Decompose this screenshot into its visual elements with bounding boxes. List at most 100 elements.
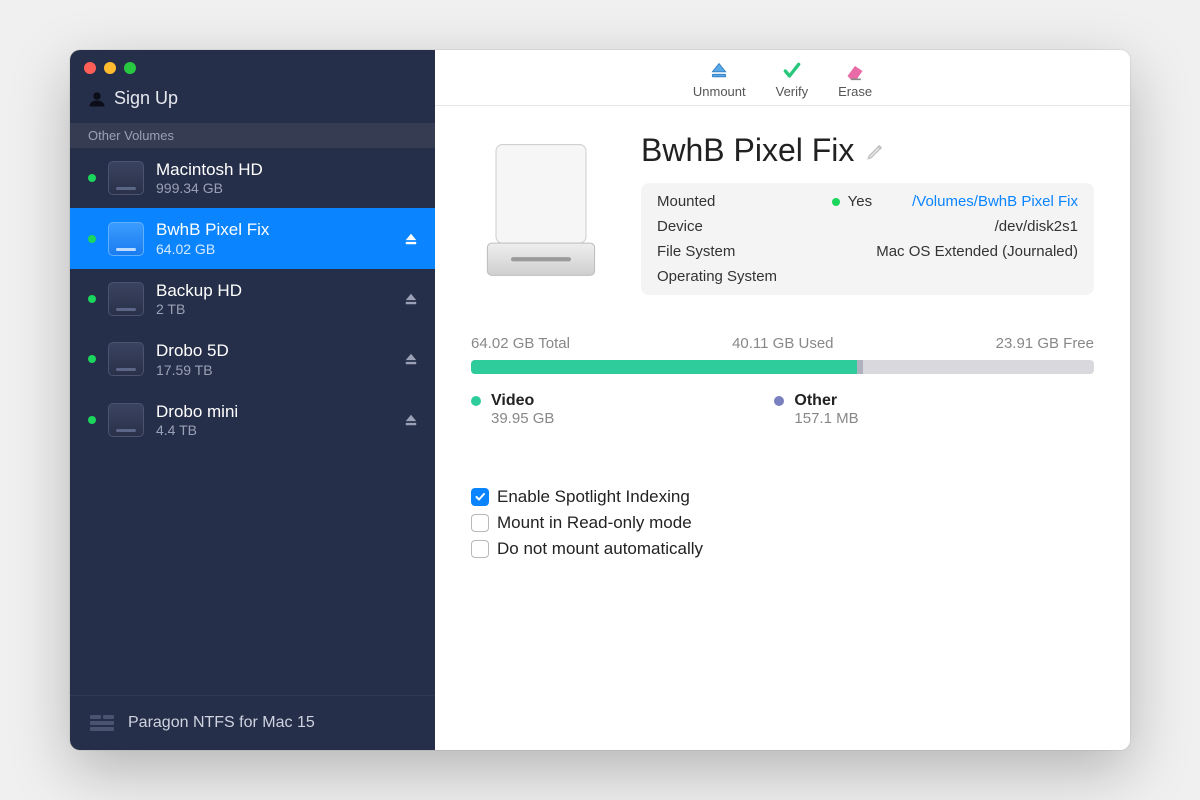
drive-icon — [108, 403, 144, 437]
volume-size: 999.34 GB — [156, 180, 419, 196]
option-no-automount[interactable]: Do not mount automatically — [471, 539, 1094, 559]
drive-icon — [108, 222, 144, 256]
status-dot-icon — [88, 295, 96, 303]
info-label: Operating System — [657, 268, 777, 285]
drive-icon — [108, 342, 144, 376]
status-dot-icon — [88, 355, 96, 363]
volume-name: Drobo 5D — [156, 341, 391, 361]
drive-icon — [108, 282, 144, 316]
zoom-window-button[interactable] — [124, 62, 136, 74]
sidebar-section-header: Other Volumes — [70, 123, 435, 148]
info-card: Mounted Yes /Volumes/BwhB Pixel Fix Devi… — [641, 183, 1094, 295]
volume-list: Macintosh HD 999.34 GB BwhB Pixel Fix 64… — [70, 148, 435, 695]
legend-dot-icon — [471, 396, 481, 406]
volume-texts: BwhB Pixel Fix 64.02 GB — [156, 220, 391, 256]
minimize-window-button[interactable] — [104, 62, 116, 74]
toolbar: Unmount Verify Erase — [435, 50, 1130, 106]
eject-button[interactable] — [403, 291, 419, 307]
usage-legend: Video 39.95 GB Other 157.1 MB — [471, 392, 1094, 427]
volume-large-icon — [471, 132, 611, 290]
unmount-button[interactable]: Unmount — [683, 60, 756, 99]
usage-bar-video-segment — [471, 360, 857, 374]
status-dot-icon — [88, 235, 96, 243]
info-label: File System — [657, 243, 735, 260]
option-readonly[interactable]: Mount in Read-only mode — [471, 513, 1094, 533]
title-area: BwhB Pixel Fix Mounted Yes /Volumes/BwhB… — [641, 132, 1094, 295]
pencil-icon — [866, 141, 886, 161]
unmount-label: Unmount — [693, 84, 746, 99]
erase-icon — [843, 60, 867, 82]
checkbox-icon — [471, 514, 489, 532]
info-mounted-value: Yes — [848, 193, 872, 210]
eject-icon — [404, 413, 418, 427]
volume-header: BwhB Pixel Fix Mounted Yes /Volumes/BwhB… — [471, 132, 1094, 295]
erase-button[interactable]: Erase — [828, 60, 882, 99]
option-label: Mount in Read-only mode — [497, 513, 692, 533]
option-label: Do not mount automatically — [497, 539, 703, 559]
option-spotlight[interactable]: Enable Spotlight Indexing — [471, 487, 1094, 507]
volume-size: 2 TB — [156, 301, 391, 317]
sign-up-button[interactable]: Sign Up — [70, 84, 435, 123]
info-label: Device — [657, 218, 703, 235]
sidebar-footer[interactable]: Paragon NTFS for Mac 15 — [70, 695, 435, 750]
info-fs-value: Mac OS Extended (Journaled) — [876, 243, 1078, 260]
eject-button[interactable] — [403, 351, 419, 367]
volume-texts: Macintosh HD 999.34 GB — [156, 160, 419, 196]
status-dot-icon — [832, 198, 840, 206]
info-row-device: Device /dev/disk2s1 — [657, 218, 1078, 235]
eject-icon — [404, 352, 418, 366]
usage-section: 64.02 GB Total 40.11 GB Used 23.91 GB Fr… — [471, 335, 1094, 427]
legend-value: 157.1 MB — [794, 410, 858, 427]
volume-name: Macintosh HD — [156, 160, 419, 180]
volume-name: BwhB Pixel Fix — [156, 220, 391, 240]
erase-label: Erase — [838, 84, 872, 99]
info-row-os: Operating System — [657, 268, 1078, 285]
volume-item-backup-hd[interactable]: Backup HD 2 TB — [70, 269, 435, 329]
eject-icon — [404, 232, 418, 246]
usage-total: 64.02 GB Total — [471, 335, 570, 352]
volume-size: 4.4 TB — [156, 422, 391, 438]
option-label: Enable Spotlight Indexing — [497, 487, 690, 507]
mount-options: Enable Spotlight Indexing Mount in Read-… — [471, 487, 1094, 559]
app-window: Sign Up Other Volumes Macintosh HD 999.3… — [70, 50, 1130, 750]
content: BwhB Pixel Fix Mounted Yes /Volumes/BwhB… — [435, 106, 1130, 750]
volume-size: 64.02 GB — [156, 241, 391, 257]
sidebar: Sign Up Other Volumes Macintosh HD 999.3… — [70, 50, 435, 750]
info-row-filesystem: File System Mac OS Extended (Journaled) — [657, 243, 1078, 260]
unmount-icon — [707, 60, 731, 82]
volume-item-macintosh-hd[interactable]: Macintosh HD 999.34 GB — [70, 148, 435, 208]
volume-item-drobo-mini[interactable]: Drobo mini 4.4 TB — [70, 390, 435, 450]
volume-texts: Drobo 5D 17.59 TB — [156, 341, 391, 377]
eject-button[interactable] — [403, 231, 419, 247]
usage-free: 23.91 GB Free — [996, 335, 1094, 352]
volume-texts: Backup HD 2 TB — [156, 281, 391, 317]
info-label: Mounted — [657, 193, 715, 210]
legend-name: Video — [491, 392, 554, 410]
rename-button[interactable] — [866, 132, 886, 169]
window-controls — [70, 50, 435, 84]
volume-title-row: BwhB Pixel Fix — [641, 132, 1094, 169]
verify-button[interactable]: Verify — [766, 60, 819, 99]
drive-icon — [108, 161, 144, 195]
volume-item-bwhb-pixel-fix[interactable]: BwhB Pixel Fix 64.02 GB — [70, 208, 435, 268]
legend-item-other: Other 157.1 MB — [774, 392, 858, 427]
volume-item-drobo-5d[interactable]: Drobo 5D 17.59 TB — [70, 329, 435, 389]
checkbox-icon — [471, 540, 489, 558]
legend-name: Other — [794, 392, 858, 410]
status-dot-icon — [88, 174, 96, 182]
eject-button[interactable] — [403, 412, 419, 428]
verify-label: Verify — [776, 84, 809, 99]
volume-texts: Drobo mini 4.4 TB — [156, 402, 391, 438]
volume-name: Backup HD — [156, 281, 391, 301]
info-row-mounted: Mounted Yes /Volumes/BwhB Pixel Fix — [657, 193, 1078, 210]
sign-up-label: Sign Up — [114, 88, 178, 109]
user-icon — [88, 90, 106, 108]
main-panel: Unmount Verify Erase — [435, 50, 1130, 750]
eject-icon — [404, 292, 418, 306]
volume-size: 17.59 TB — [156, 362, 391, 378]
info-device-value: /dev/disk2s1 — [995, 218, 1078, 235]
close-window-button[interactable] — [84, 62, 96, 74]
verify-icon — [780, 60, 804, 82]
footer-label: Paragon NTFS for Mac 15 — [128, 714, 315, 732]
mount-path-link[interactable]: /Volumes/BwhB Pixel Fix — [912, 193, 1078, 210]
